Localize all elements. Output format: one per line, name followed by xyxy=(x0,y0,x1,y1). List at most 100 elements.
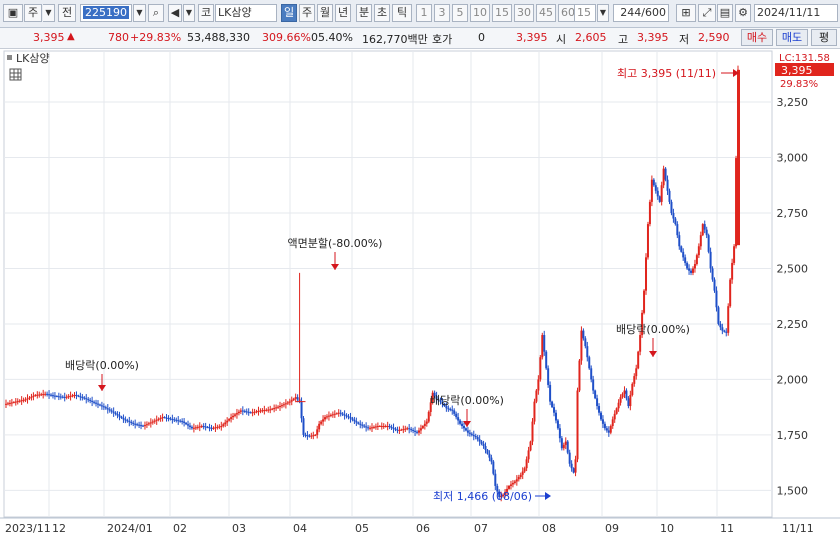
candle-body xyxy=(402,429,405,431)
period-month-button[interactable]: 월 xyxy=(317,4,333,22)
candle-body xyxy=(210,427,213,429)
stock-code-input[interactable]: 225190 xyxy=(80,4,132,22)
current-price-tag: 3,395 xyxy=(781,64,813,77)
x-tick-label: 11 xyxy=(720,522,734,535)
turnover-rate: 05.40% xyxy=(311,31,353,44)
table-icon[interactable] xyxy=(9,68,22,81)
interval-30-button[interactable]: 30 xyxy=(514,4,534,22)
period-second-button[interactable]: 초 xyxy=(374,4,390,22)
date-field[interactable]: 2024/11/11 xyxy=(754,4,838,22)
candle-body xyxy=(447,408,450,410)
period-tick-button[interactable]: 틱 xyxy=(392,4,412,22)
candle-body xyxy=(249,412,252,414)
candle-body xyxy=(361,424,364,426)
candle-body xyxy=(134,423,137,425)
candle-body xyxy=(34,394,37,396)
speaker-icon[interactable]: ◀ xyxy=(168,4,182,22)
candle-body xyxy=(28,397,31,399)
candle-body xyxy=(212,427,215,429)
interval-15-button[interactable]: 15 xyxy=(492,4,512,22)
interval-10-button[interactable]: 10 xyxy=(470,4,490,22)
speaker-dropdown-icon[interactable]: ▼ xyxy=(183,4,195,22)
candle-body xyxy=(271,408,274,410)
high-label: 고 xyxy=(618,33,629,46)
candle-body xyxy=(525,459,528,469)
candle-body xyxy=(376,426,379,428)
candle-body xyxy=(482,443,485,446)
candle-body xyxy=(666,179,669,191)
interval-dropdown-icon[interactable]: ▼ xyxy=(597,4,609,22)
candle-body xyxy=(95,402,98,404)
candle-body xyxy=(486,449,489,454)
data-count-field[interactable]: 244/600 xyxy=(613,4,669,22)
candle-body xyxy=(617,402,620,409)
candle-body xyxy=(690,270,693,273)
candle-body xyxy=(63,396,66,398)
candle-body xyxy=(562,444,565,449)
candle-body xyxy=(345,415,348,417)
period-year-button[interactable]: 년 xyxy=(335,4,351,22)
candle-body xyxy=(674,218,677,225)
market-select[interactable]: 코 xyxy=(198,4,214,22)
candle-settings-icon[interactable]: ⊞ xyxy=(676,4,696,22)
candle-body xyxy=(96,403,99,405)
candle-body xyxy=(723,330,726,332)
candle-body xyxy=(656,190,659,197)
interval-input[interactable]: 15 xyxy=(574,4,596,22)
scope-select[interactable]: 전 xyxy=(58,4,76,22)
candle-body xyxy=(171,418,174,420)
line-tool-icon[interactable]: ⤢ xyxy=(698,4,716,22)
candle-body xyxy=(286,402,289,404)
code-dropdown-icon[interactable]: ▼ xyxy=(133,4,146,22)
candle-body xyxy=(325,416,328,418)
candle-body xyxy=(187,424,190,426)
candle-body xyxy=(729,279,732,307)
period-minute-button[interactable]: 분 xyxy=(356,4,372,22)
period-day-button[interactable]: 일 xyxy=(281,4,297,22)
candle-body xyxy=(508,485,511,489)
x-tick-label: 03 xyxy=(232,522,246,535)
mode-select[interactable]: 주 xyxy=(24,4,42,22)
buy-button[interactable]: 매수 xyxy=(741,29,773,46)
high-price: 3,395 xyxy=(637,31,669,44)
candle-body xyxy=(12,402,15,404)
candle-body xyxy=(707,235,710,252)
interval-1-button[interactable]: 1 xyxy=(416,4,432,22)
stock-name-field[interactable]: LK삼양 xyxy=(215,4,277,22)
candle-body xyxy=(466,430,469,433)
candle-body xyxy=(735,158,738,247)
interval-5-button[interactable]: 5 xyxy=(452,4,468,22)
candle-body xyxy=(102,406,105,408)
candle-body xyxy=(625,390,628,399)
search-icon[interactable]: ⌕ xyxy=(148,4,164,22)
x-tick-label: 2023/11 xyxy=(5,522,51,535)
candle-body xyxy=(535,390,538,402)
price-chart[interactable]: 배당락(0.00%) 액면분할(-80.00%) 배당락(0.00%) 배당락(0.0… xyxy=(0,49,840,541)
period-week-button[interactable]: 주 xyxy=(299,4,315,22)
candle-body xyxy=(662,168,665,186)
candle-body xyxy=(16,401,19,403)
candle-body xyxy=(572,468,575,473)
candle-body xyxy=(672,212,675,219)
candle-body xyxy=(83,397,86,399)
mode-dropdown-icon[interactable]: ▼ xyxy=(43,4,55,22)
chart-title: LK삼양 xyxy=(16,52,50,65)
candle-body xyxy=(259,410,262,412)
layout-icon[interactable]: ▣ xyxy=(3,4,23,22)
gear-icon[interactable]: ⚙ xyxy=(735,4,751,22)
candle-body xyxy=(408,428,411,430)
candle-body xyxy=(233,414,236,416)
candle-body xyxy=(312,435,315,437)
interval-45-button[interactable]: 45 xyxy=(536,4,556,22)
candle-body xyxy=(106,408,109,410)
candle-body xyxy=(592,379,595,391)
candle-body xyxy=(273,408,276,410)
candle-body xyxy=(89,400,92,402)
volume-value: 53,488,330 xyxy=(187,31,250,44)
candle-body xyxy=(220,426,223,428)
candle-body xyxy=(541,335,544,358)
avg-button[interactable]: 평 xyxy=(811,29,837,46)
interval-3-button[interactable]: 3 xyxy=(434,4,450,22)
save-icon[interactable]: ▤ xyxy=(717,4,733,22)
sell-button[interactable]: 매도 xyxy=(776,29,808,46)
